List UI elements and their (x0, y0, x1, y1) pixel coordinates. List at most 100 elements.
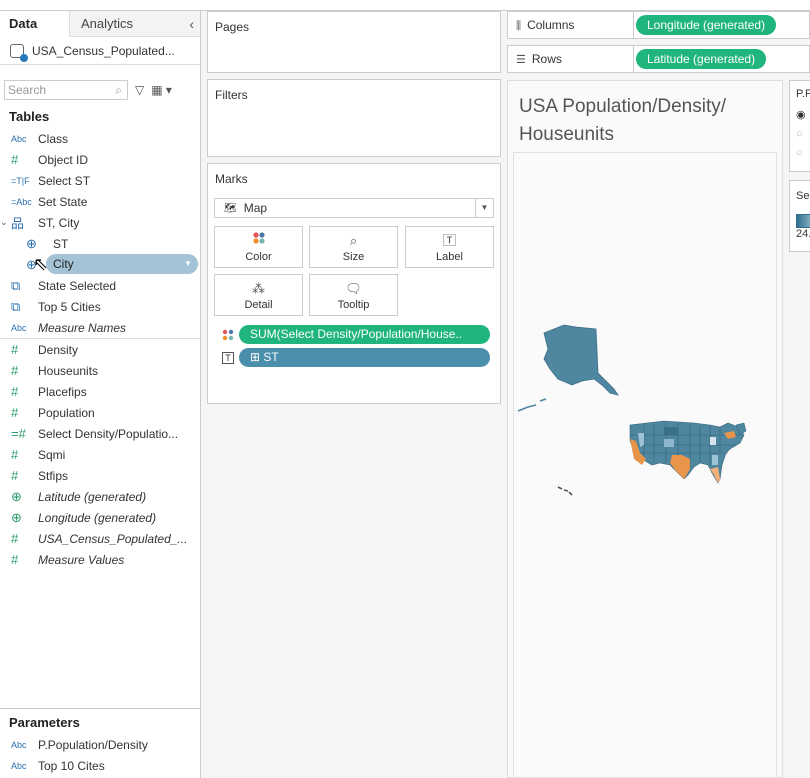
tab-data[interactable]: Data (0, 11, 70, 37)
color-field-pill[interactable]: SUM(Select Density/Population/House.. (239, 325, 490, 344)
set-icon: ⧉ (11, 298, 21, 314)
number-type-icon: # (11, 342, 19, 357)
ohio-shape (710, 437, 716, 445)
search-icon: ⌕ (115, 82, 122, 97)
field-select-st[interactable]: =T|F Select ST (0, 170, 200, 191)
detail-field-pill[interactable]: ⊞ ST (239, 348, 490, 367)
color-legend-title: Se (796, 190, 810, 202)
rows-shelf[interactable]: ☰ Rows Latitude (generated) (507, 45, 810, 73)
field-latitude[interactable]: ⊕ Latitude (generated) (0, 486, 200, 507)
worksheet-view: USA Population/Density/ Houseunits (507, 80, 783, 778)
mark-type-value: Map (243, 201, 268, 215)
field-sqmi[interactable]: # Sqmi (0, 444, 200, 465)
dakota-shape (664, 427, 678, 435)
map-canvas[interactable] (513, 152, 777, 778)
field-houseunits[interactable]: # Houseunits (0, 360, 200, 381)
field-city[interactable]: ⊕ City ▼ (0, 254, 200, 275)
radio-group: ◉ ○ ○ (796, 106, 810, 163)
hawaii-shape (557, 486, 573, 496)
parameter-control-card: P.F ◉ ○ ○ (789, 80, 810, 172)
size-icon: ⌕ (349, 233, 358, 248)
string-type-icon: Abc (11, 133, 27, 144)
search-row: Search ⌕ ▽ ▦ ▾ (0, 78, 200, 102)
hierarchy-icon: 品 (11, 216, 25, 231)
radio-option[interactable]: ○ (796, 125, 810, 144)
field-st-city-hierarchy[interactable]: ⌄ 品 ST, City (0, 212, 200, 233)
string-type-icon: Abc (11, 739, 27, 750)
detail-button[interactable]: ⁂ Detail (214, 274, 303, 316)
search-placeholder: Search (8, 83, 47, 97)
longitude-pill[interactable]: Longitude (generated) (636, 15, 777, 35)
chevron-down-icon[interactable]: ▼ (475, 199, 493, 217)
expand-caret-icon[interactable]: ⌄ (0, 212, 8, 233)
field-class[interactable]: Abc Class (0, 128, 200, 149)
color-legend-ramp (796, 214, 810, 228)
pages-heading: Pages (215, 20, 250, 34)
boolean-calc-icon: =T|F (11, 175, 30, 186)
latitude-pill[interactable]: Latitude (generated) (636, 49, 767, 69)
view-title[interactable]: USA Population/Density/ Houseunits (519, 93, 769, 149)
cards-column: Pages Filters Marks 🗺 Map ▼ Color ⌕ Size… (201, 11, 506, 778)
columns-shelf[interactable]: ⫼ Columns Longitude (generated) (507, 11, 810, 39)
tab-analytics[interactable]: Analytics (70, 11, 200, 37)
colorado-shape (664, 439, 674, 447)
columns-icon: ⫼ (516, 20, 522, 32)
field-select-density[interactable]: =# Select Density/Populatio... (0, 423, 200, 444)
tooltip-icon: 🗨 (345, 281, 362, 296)
search-input[interactable]: Search ⌕ (4, 80, 128, 100)
detail-icon: ⁂ (252, 281, 265, 296)
datasource-row[interactable]: USA_Census_Populated... (0, 37, 200, 65)
rows-shelf-label: ☰ Rows (508, 46, 634, 72)
marks-card: Marks 🗺 Map ▼ Color ⌕ Size 🅃 Label ⁂ Det… (207, 163, 501, 404)
parameters-section: Parameters Abc P.Population/Density Abc To… (0, 708, 200, 776)
marks-heading: Marks (215, 172, 248, 186)
number-calc-icon: =# (11, 426, 26, 441)
color-legend-value: 24. (796, 228, 810, 240)
field-density[interactable]: # Density (0, 339, 200, 360)
mark-type-dropdown[interactable]: 🗺 Map ▼ (214, 198, 494, 218)
field-list: Abc Class # Object ID =T|F Select ST =Abc Se… (0, 128, 200, 570)
chevron-down-icon[interactable]: ▼ (184, 254, 192, 274)
data-pane: Data Analytics ‹ USA_Census_Populated...… (0, 11, 201, 778)
field-set-state[interactable]: =Abc Set State (0, 191, 200, 212)
number-type-icon: # (11, 531, 19, 546)
filters-card[interactable]: Filters (207, 79, 501, 157)
field-top-5-cities[interactable]: ⧉ Top 5 Cities (0, 296, 200, 317)
datasource-icon (10, 43, 28, 62)
radio-option-selected[interactable]: ◉ (796, 106, 810, 125)
field-object-id[interactable]: # Object ID (0, 149, 200, 170)
radio-option[interactable]: ○ (796, 144, 810, 163)
pages-card[interactable]: Pages (207, 11, 501, 73)
tooltip-button[interactable]: 🗨 Tooltip (309, 274, 398, 316)
param-top-10-cites[interactable]: Abc Top 10 Cites (0, 755, 200, 776)
filter-icon[interactable]: ▽ (135, 83, 144, 97)
color-encoding-icon (222, 329, 234, 341)
field-placefips[interactable]: # Placefips (0, 381, 200, 402)
field-st[interactable]: ⊕ ST (0, 233, 200, 254)
usa-map (517, 324, 747, 496)
param-population-density[interactable]: Abc P.Population/Density (0, 734, 200, 755)
field-longitude[interactable]: ⊕ Longitude (generated) (0, 507, 200, 528)
aleutian-islands (517, 398, 547, 412)
rows-icon: ☰ (516, 54, 526, 66)
label-button[interactable]: 🅃 Label (405, 226, 494, 268)
collapse-pane-icon[interactable]: ‹ (189, 11, 194, 37)
color-button[interactable]: Color (214, 226, 303, 268)
field-state-selected[interactable]: ⧉ State Selected (0, 275, 200, 296)
field-stfips[interactable]: # Stfips (0, 465, 200, 486)
dragging-city-pill[interactable]: City ▼ (46, 254, 198, 274)
globe-icon: ⊕ (11, 509, 22, 525)
data-pane-tabs: Data Analytics ‹ (0, 11, 200, 37)
color-legend-card: Se 24. (789, 180, 810, 252)
number-type-icon: # (11, 468, 19, 483)
field-usa-census-count[interactable]: # USA_Census_Populated_... (0, 528, 200, 549)
globe-icon: ⊕ (26, 235, 37, 251)
size-button[interactable]: ⌕ Size (309, 226, 398, 268)
alaska-shape (543, 324, 619, 396)
field-population[interactable]: # Population (0, 402, 200, 423)
color-icon (215, 231, 302, 251)
label-icon: 🅃 (442, 233, 456, 248)
field-measure-names[interactable]: Abc Measure Names (0, 317, 200, 338)
field-measure-values[interactable]: # Measure Values (0, 549, 200, 570)
view-options-icon[interactable]: ▦ ▾ (151, 83, 172, 97)
